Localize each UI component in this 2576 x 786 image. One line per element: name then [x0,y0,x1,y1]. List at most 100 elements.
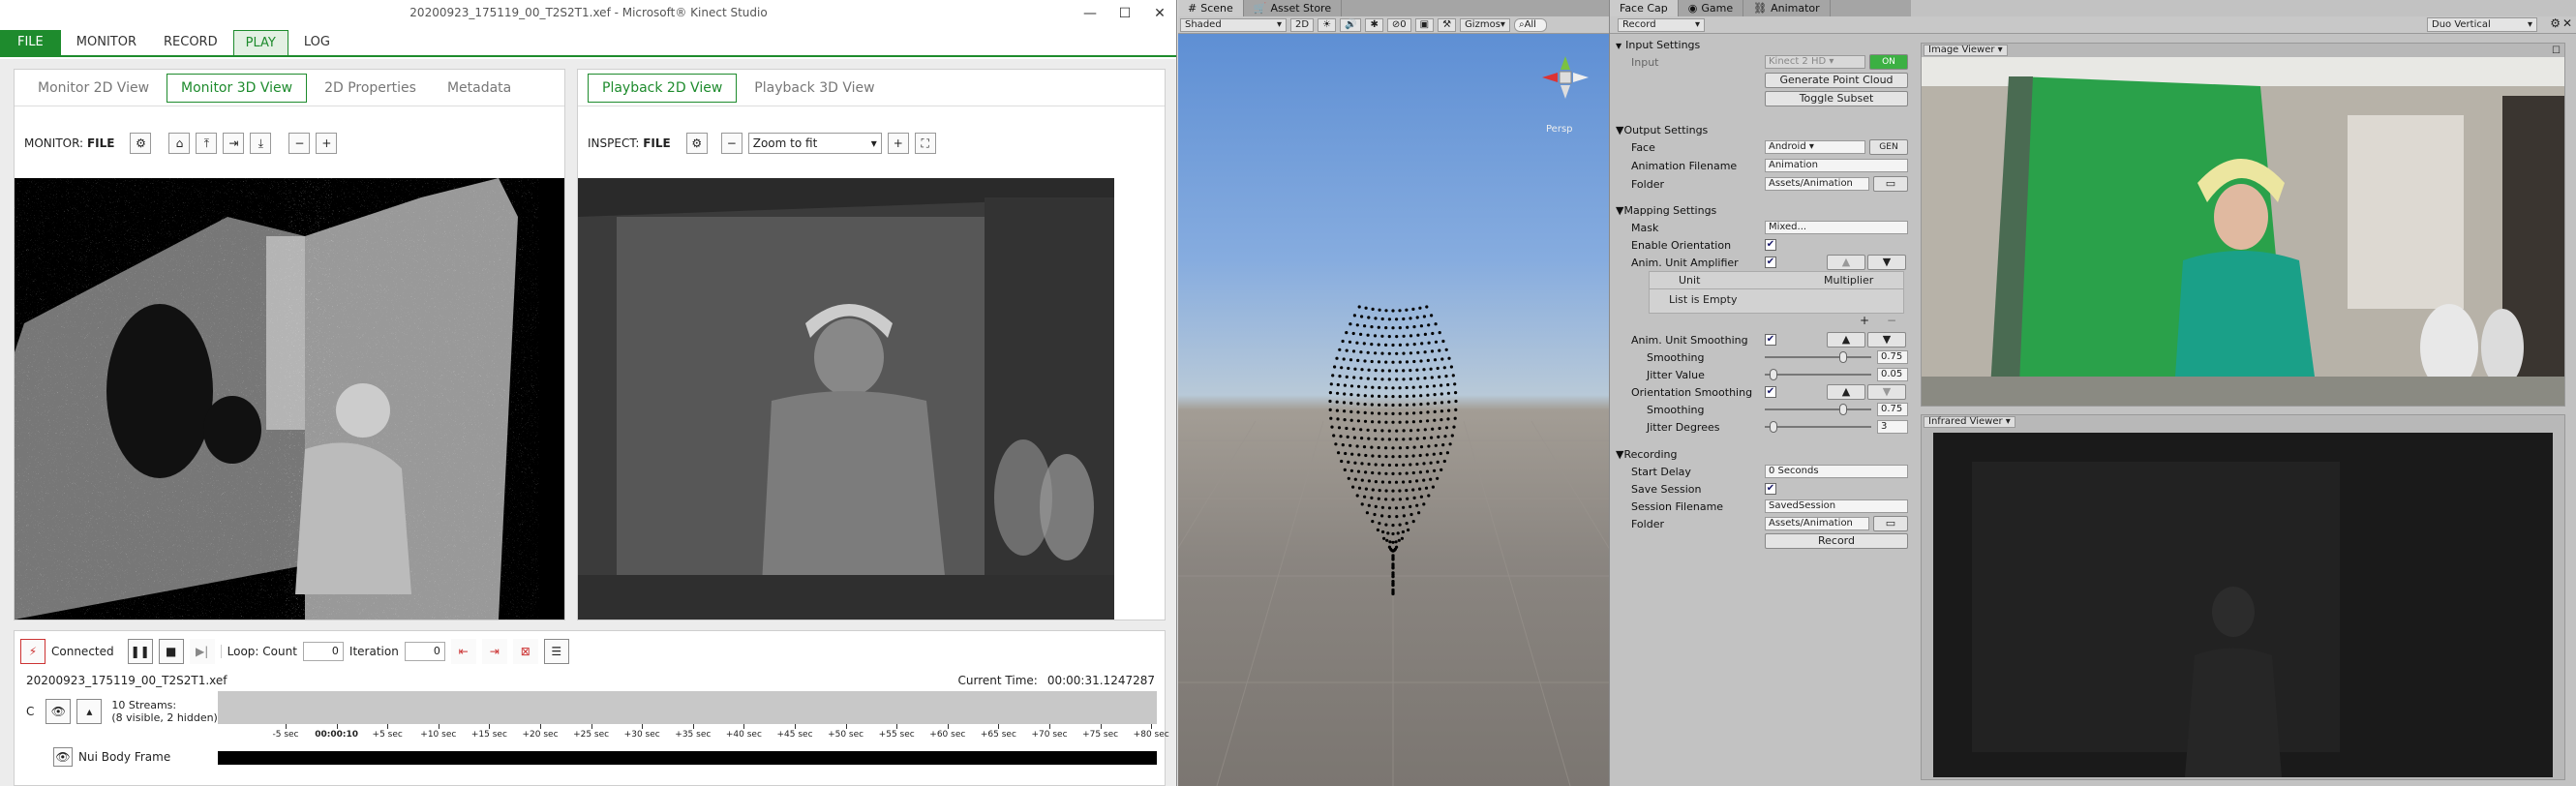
mapping-settings-header[interactable]: ▼Mapping Settings [1616,204,1716,217]
mode-dropdown[interactable]: Record ▾ [1618,17,1705,32]
folder-browse-icon[interactable]: ▭ [1873,516,1908,531]
record-button[interactable]: Record [1765,533,1908,549]
marker-remove-icon[interactable]: ⊠ [512,639,538,664]
face-dropdown[interactable]: Android ▾ [1765,140,1865,154]
move-down-button[interactable]: ▼ [1867,384,1906,400]
scene-viewport[interactable]: Persp [1178,34,1609,786]
smoothing-slider[interactable] [1765,350,1871,364]
animation-filename-input[interactable]: Animation [1765,159,1908,172]
pause-button[interactable]: ❚❚ [127,639,153,664]
menu-monitor[interactable]: MONITOR [65,30,148,55]
audio-icon[interactable]: 🔊 [1340,17,1362,32]
iteration-input[interactable]: 0 [404,642,445,661]
top-view-icon[interactable]: ⤒ [196,133,218,154]
body-frame-stream-bar[interactable] [218,751,1157,765]
lighting-icon[interactable]: ☀ [1318,17,1337,32]
folder-browse-icon[interactable]: ▭ [1873,176,1908,192]
smoothing-value[interactable]: 0.75 [1877,350,1908,364]
marker-in-icon[interactable]: ⇤ [450,639,476,664]
stop-button[interactable]: ■ [158,639,184,664]
orientation-smoothing-slider[interactable] [1765,403,1871,416]
remove-item-icon[interactable]: − [1887,314,1896,327]
list-icon[interactable]: ☰ [543,639,569,664]
camera-icon[interactable]: ▣ [1414,17,1435,32]
menu-file[interactable]: FILE [0,30,61,55]
move-up-button[interactable]: ▲ [1827,384,1865,400]
anim-unit-amplifier-checkbox[interactable]: ✔ [1765,257,1776,268]
hidden-objects-button[interactable]: ⊘ 0 [1386,17,1411,32]
infrared-viewer-dropdown[interactable]: Infrared Viewer ▾ [1924,416,2015,428]
move-down-button[interactable]: ▼ [1867,332,1906,348]
jitter-degrees-input[interactable]: 3 [1877,420,1908,434]
timeline-track[interactable] [218,691,1157,724]
image-viewer-dropdown[interactable]: Image Viewer ▾ [1924,45,2008,56]
generate-point-cloud-button[interactable]: Generate Point Cloud [1765,73,1908,88]
effects-icon[interactable]: ✱ [1365,17,1383,32]
side-view-icon[interactable]: ⇥ [223,133,245,154]
orientation-smoothing-value[interactable]: 0.75 [1877,403,1908,416]
input-settings-header[interactable]: ▼ Input Settings [1616,39,1700,51]
tab-metadata[interactable]: Metadata [434,75,525,102]
marker-out-icon[interactable]: ⇥ [481,639,507,664]
maximize-icon[interactable]: ☐ [2552,45,2561,56]
tab-scene[interactable]: # Scene [1178,0,1244,16]
mask-dropdown[interactable]: Mixed... [1765,221,1908,234]
bottom-view-icon[interactable]: ⤓ [250,133,272,154]
enable-orientation-checkbox[interactable]: ✔ [1765,239,1776,251]
move-up-button[interactable]: ▲ [1827,255,1865,270]
color-camera-frame[interactable] [1922,57,2564,406]
monitor-3d-viewport[interactable] [15,178,564,620]
start-delay-dropdown[interactable]: 0 Seconds [1765,465,1908,478]
playback-2d-viewport[interactable] [578,178,1114,620]
move-down-button[interactable]: ▼ [1867,255,1906,270]
gen-button[interactable]: GEN [1869,139,1908,155]
window-close-icon[interactable]: ✕ [2562,16,2572,30]
tab-playback-3d-view[interactable]: Playback 3D View [741,75,888,102]
orientation-smoothing-checkbox[interactable]: ✔ [1765,386,1776,398]
maximize-icon[interactable]: ☐ [1107,0,1142,27]
menu-record[interactable]: RECORD [152,30,229,55]
eye-icon[interactable]: 👁 [45,699,72,724]
jitter-value-slider[interactable] [1765,368,1871,381]
gear-icon[interactable]: ⚙ [130,133,152,154]
step-forward-button[interactable]: ▶| [189,639,215,664]
jitter-value-input[interactable]: 0.05 [1877,368,1908,381]
zoom-in-icon[interactable]: + [316,133,338,154]
persp-label[interactable]: Persp [1546,124,1573,135]
save-session-checkbox[interactable]: ✔ [1765,483,1776,495]
connection-plug-icon[interactable]: ⚡ [20,639,45,664]
zoom-out-icon[interactable]: − [720,133,742,154]
shading-mode-dropdown[interactable]: Shaded ▾ [1180,17,1287,32]
toggle-2d-button[interactable]: 2D [1290,17,1315,32]
toggle-subset-button[interactable]: Toggle Subset [1765,91,1908,106]
gear-icon[interactable]: ⚙ [2550,16,2561,30]
anim-unit-smoothing-checkbox[interactable]: ✔ [1765,334,1776,346]
tab-monitor-3d-view[interactable]: Monitor 3D View [167,73,308,103]
layout-dropdown[interactable]: Duo Vertical ▾ [2427,17,2537,32]
tab-face-cap[interactable]: Face Cap [1610,0,1679,16]
loop-count-input[interactable]: 0 [302,642,344,661]
close-icon[interactable]: ✕ [1142,0,1176,27]
scene-search-input[interactable]: ⌕ All [1513,17,1547,32]
gizmos-dropdown[interactable]: Gizmos ▾ [1460,17,1510,32]
tab-playback-2d-view[interactable]: Playback 2D View [588,73,738,103]
zoom-select[interactable]: Zoom to fit ▾ [747,133,882,154]
home-view-icon[interactable]: ⌂ [168,133,191,154]
move-up-button[interactable]: ▲ [1827,332,1865,348]
gear-icon[interactable]: ⚙ [685,133,708,154]
orientation-gizmo[interactable] [1542,56,1589,99]
input-dropdown[interactable]: Kinect 2 HD ▾ [1765,55,1865,69]
recording-folder-input[interactable]: Assets/Animation [1765,517,1869,530]
collapse-icon[interactable]: ▴ [76,699,103,724]
zoom-in-icon[interactable]: + [887,133,909,154]
infrared-camera-frame[interactable] [1933,433,2553,777]
tab-game[interactable]: ◉ Game [1679,0,1744,16]
output-settings-header[interactable]: ▼Output Settings [1616,124,1708,136]
zoom-out-icon[interactable]: − [288,133,311,154]
tab-asset-store[interactable]: 🛒 Asset Store [1244,0,1343,16]
menu-log[interactable]: LOG [292,30,342,55]
fit-screen-icon[interactable]: ⛶ [914,133,936,154]
folder-input[interactable]: Assets/Animation [1765,177,1869,191]
eye-icon[interactable]: 👁 [53,747,73,767]
add-item-icon[interactable]: + [1860,314,1869,327]
